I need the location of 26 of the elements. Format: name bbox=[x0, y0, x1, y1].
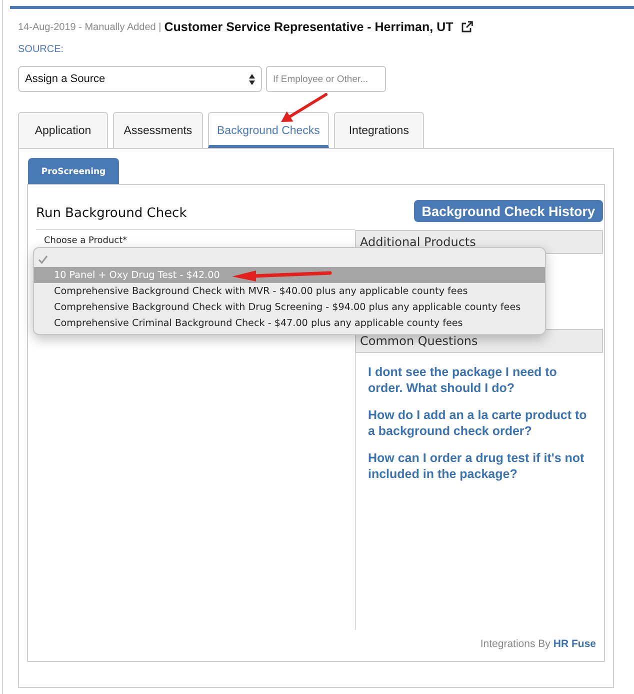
external-link-icon[interactable] bbox=[461, 21, 474, 33]
check-icon bbox=[38, 254, 48, 264]
question-link[interactable]: How do I add an a la carte product to a background check order? bbox=[368, 408, 591, 439]
source-label: SOURCE: bbox=[18, 43, 64, 57]
dropdown-option[interactable]: Comprehensive Background Check with Drug Screening - $94.00 plus any applicable county fees bbox=[34, 299, 545, 315]
product-label: Choose a Product* bbox=[44, 235, 128, 248]
tab[interactable]: Application bbox=[18, 112, 108, 148]
credit-text: Integrations By bbox=[480, 638, 550, 650]
arrow-annotation bbox=[279, 92, 329, 124]
question-link[interactable]: I dont see the package I need to order. What should I do? bbox=[368, 365, 591, 396]
question-link[interactable]: How can I order a drug test if it's not included in the package? bbox=[368, 451, 591, 482]
job-meta-text: 14-Aug-2019 - Manually Added | bbox=[18, 22, 162, 32]
tab[interactable]: Integrations bbox=[334, 112, 424, 148]
updown-arrows-icon bbox=[249, 74, 255, 84]
section-heading: Run Background Check bbox=[36, 206, 187, 222]
tab[interactable]: Assessments bbox=[113, 112, 203, 148]
dropdown-option[interactable]: Comprehensive Criminal Background Check - $47.00 plus any applicable county fees bbox=[34, 315, 545, 331]
tab[interactable]: Background Checks bbox=[208, 112, 329, 148]
dropdown-option[interactable]: Comprehensive Background Check with MVR - $40.00 plus any applicable county fees bbox=[34, 283, 545, 299]
history-button[interactable]: Background Check History bbox=[414, 200, 603, 222]
dropdown-option[interactable]: 10 Panel + Oxy Drug Test - $42.00 bbox=[34, 267, 545, 283]
credit-link[interactable]: HR Fuse bbox=[553, 638, 596, 650]
other-source-input[interactable]: If Employee or Other... bbox=[266, 66, 386, 92]
source-select[interactable]: Assign a Source bbox=[18, 66, 262, 92]
job-title: Customer Service Representative - Herriman, UT bbox=[164, 20, 454, 34]
subtab[interactable]: ProScreening bbox=[28, 158, 119, 184]
